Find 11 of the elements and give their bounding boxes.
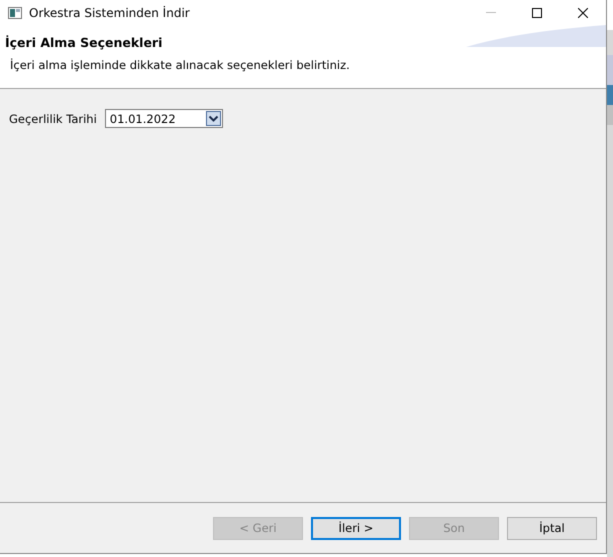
field-label: Geçerlilik Tarihi [9,112,97,126]
minimize-icon [486,12,496,13]
app-icon [8,6,22,18]
close-icon [578,8,588,18]
page-description: İçeri alma işleminde dikkate alınacak seçenekleri belirtiniz. [10,58,351,72]
window-title: Orkestra Sisteminden İndir [29,6,191,20]
wizard-button[interactable]: İleri > [311,516,401,540]
wizard-button[interactable]: İptal [507,516,597,540]
maximize-icon [532,8,542,18]
page-title: İçeri Alma Seçenekleri [5,35,162,50]
date-dropdown[interactable]: 01.01.2022 [104,109,223,128]
